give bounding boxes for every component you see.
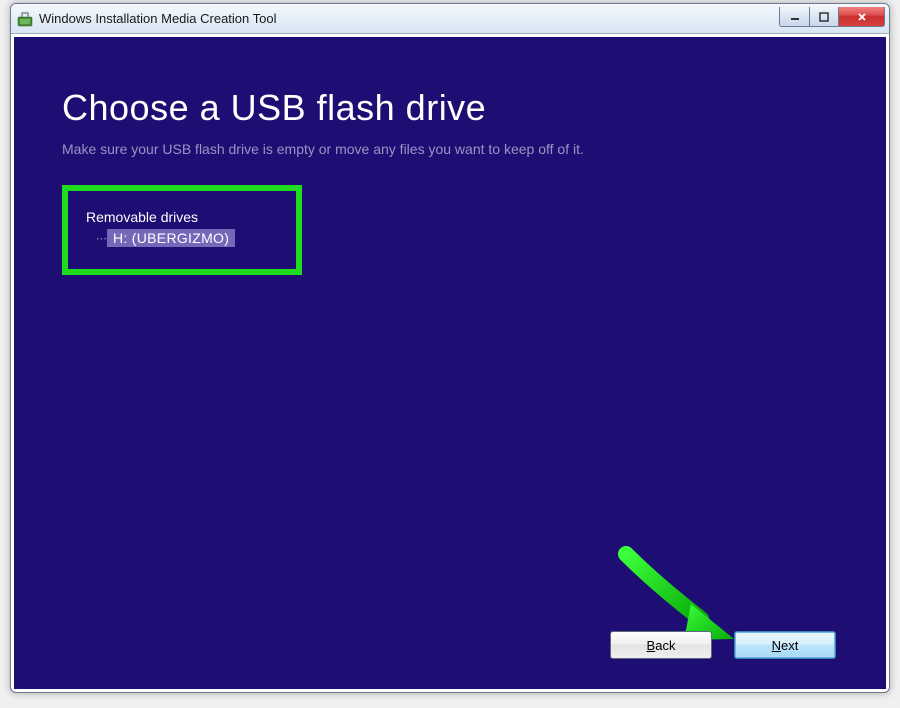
window-title: Windows Installation Media Creation Tool bbox=[39, 11, 779, 26]
next-button[interactable]: Next bbox=[734, 631, 836, 659]
minimize-button[interactable] bbox=[779, 7, 809, 27]
back-button-label: Back bbox=[647, 638, 676, 653]
drive-tree-row: ⋯ H: (UBERGIZMO) bbox=[82, 229, 282, 247]
app-icon bbox=[17, 11, 33, 27]
page-heading: Choose a USB flash drive bbox=[62, 87, 838, 129]
window-controls bbox=[779, 7, 885, 27]
drive-item[interactable]: H: (UBERGIZMO) bbox=[107, 229, 235, 247]
wizard-buttons: Back Next bbox=[610, 631, 836, 659]
next-button-label: Next bbox=[772, 638, 799, 653]
tree-connector-icon: ⋯ bbox=[96, 232, 105, 245]
titlebar[interactable]: Windows Installation Media Creation Tool bbox=[11, 4, 889, 34]
drives-group-label: Removable drives bbox=[82, 209, 282, 225]
back-button[interactable]: Back bbox=[610, 631, 712, 659]
page-subtitle: Make sure your USB flash drive is empty … bbox=[62, 141, 838, 157]
maximize-button[interactable] bbox=[809, 7, 839, 27]
drives-highlight-box: Removable drives ⋯ H: (UBERGIZMO) bbox=[62, 185, 302, 275]
app-window: Windows Installation Media Creation Tool… bbox=[10, 3, 890, 693]
close-button[interactable] bbox=[839, 7, 885, 27]
wizard-page: Choose a USB flash drive Make sure your … bbox=[14, 37, 886, 689]
